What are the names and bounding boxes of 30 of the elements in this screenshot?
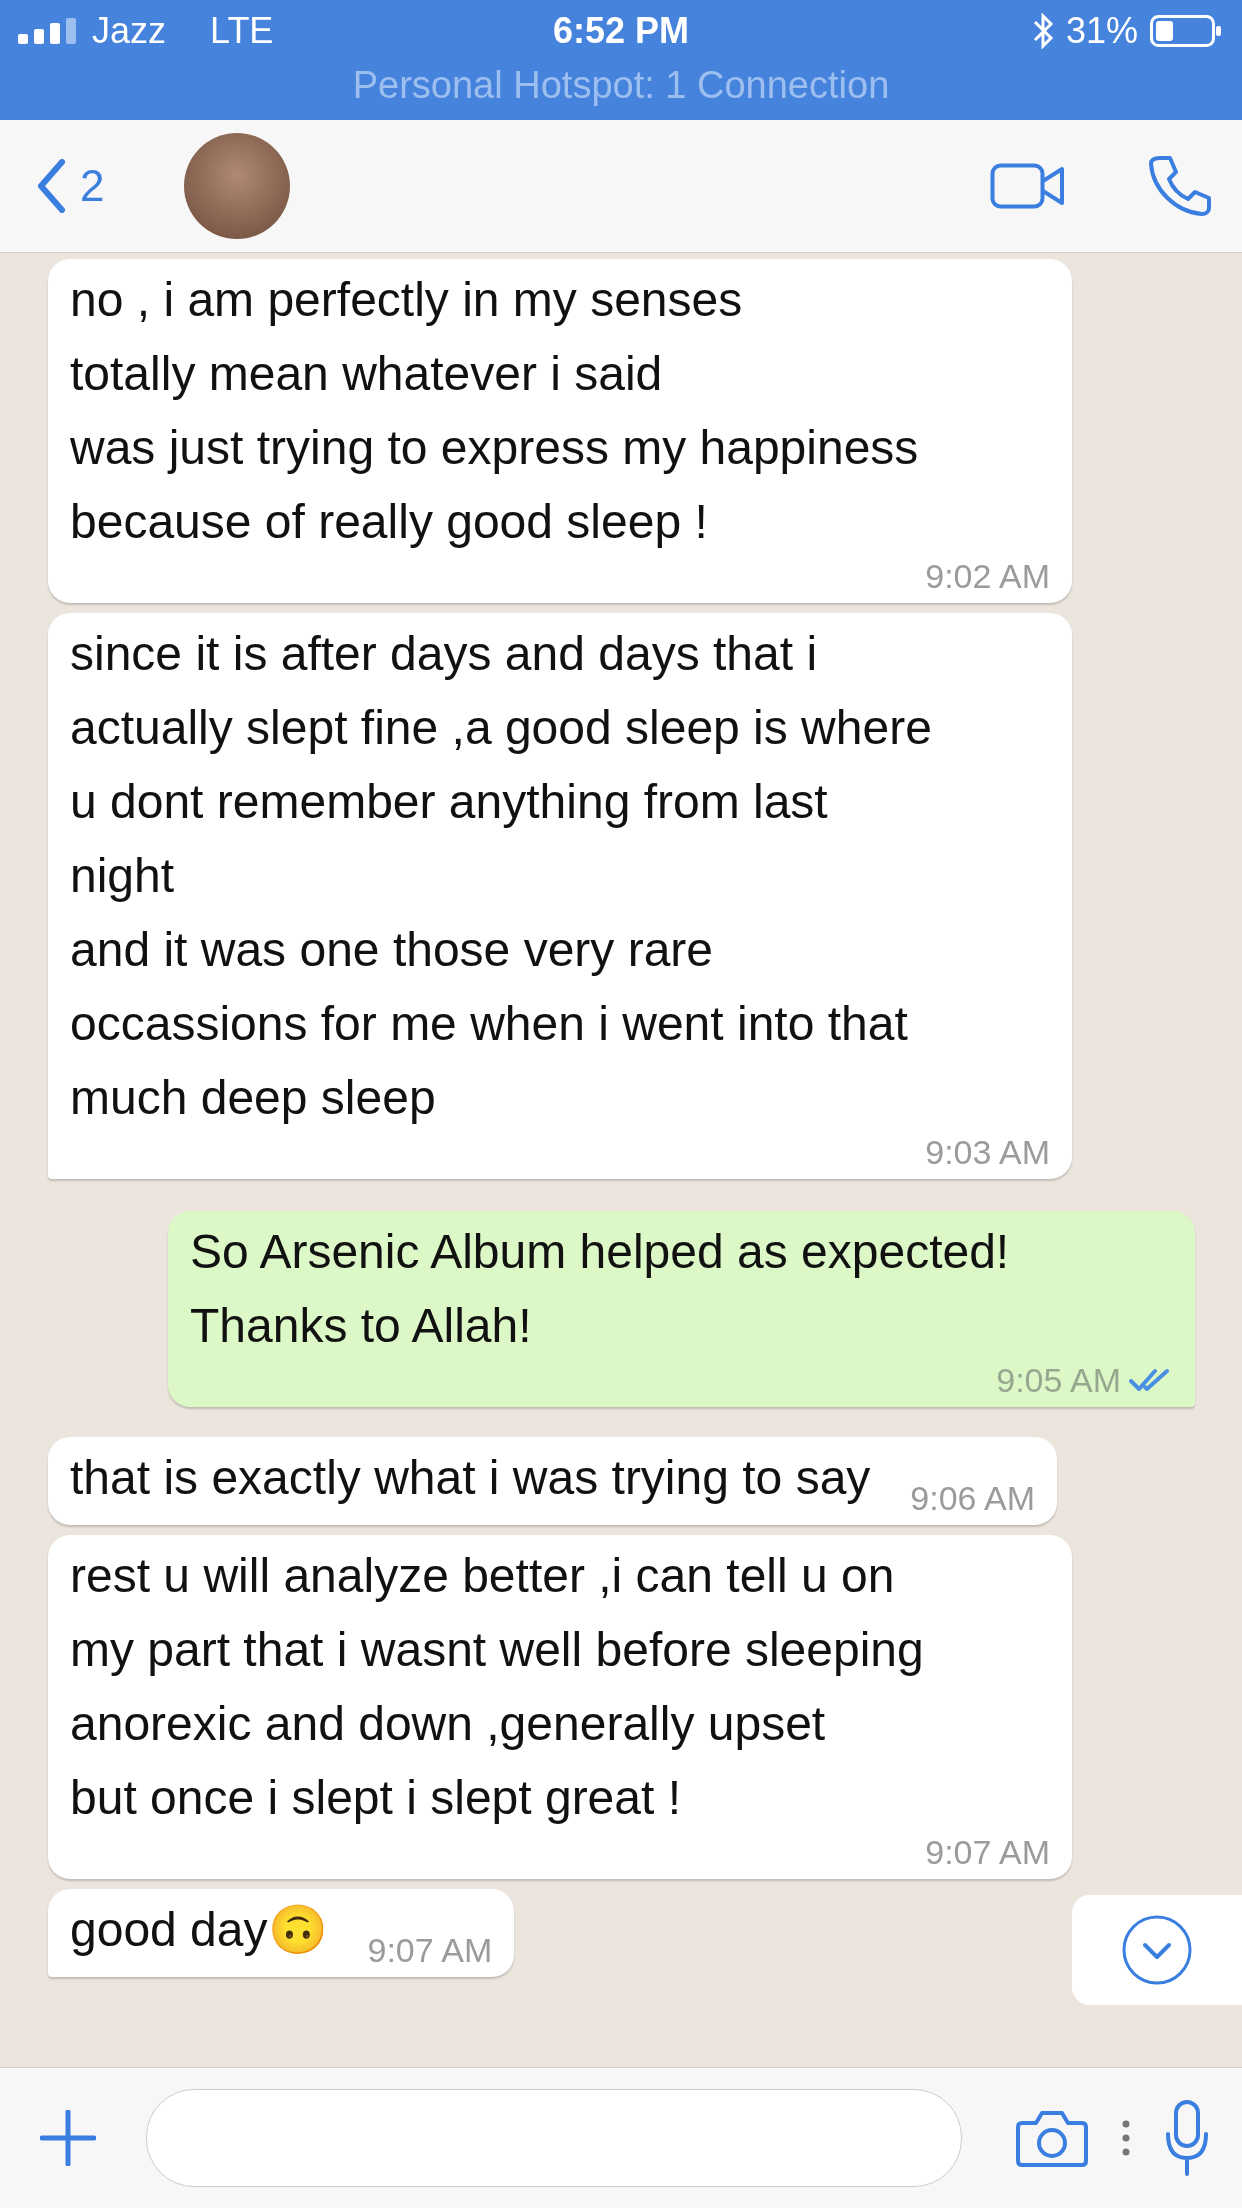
battery-percent: 31% (1065, 10, 1138, 52)
message-time: 9:05 AM (996, 1363, 1121, 1397)
message-text: rest u will analyze better ,i can tell u on my part that i wasnt well before sleeping anorexic and down ,generally upset but once i slept i slept great ! (70, 1548, 924, 1826)
network-type: LTE (210, 10, 274, 52)
message-time: 9:02 AM (925, 559, 1050, 593)
message-time: 9:03 AM (925, 1135, 1050, 1169)
clock: 6:52 PM (552, 10, 690, 52)
carrier-name: Jazz (92, 10, 167, 52)
camera-icon[interactable] (1016, 2109, 1088, 2167)
microphone-icon[interactable] (1164, 2100, 1210, 2176)
plus-icon[interactable] (40, 2110, 96, 2166)
scroll-down-button[interactable] (1072, 1895, 1242, 2005)
phone-icon[interactable] (1146, 155, 1212, 217)
chevron-down-circle-icon (1121, 1914, 1193, 1986)
message-text: So Arsenic Album helped as expected! Thanks to Allah! (190, 1224, 1010, 1354)
message-time: 9:06 AM (910, 1481, 1036, 1515)
message-text: that is exactly what i was trying to say (70, 1450, 871, 1506)
back-button[interactable]: 2 (36, 159, 105, 213)
message-text: good day🙃 (70, 1902, 328, 1958)
battery-icon (1150, 15, 1222, 47)
chevron-left-icon (36, 159, 66, 213)
message-time: 9:07 AM (925, 1835, 1050, 1869)
bluetooth-icon (1031, 13, 1054, 49)
unread-count: 2 (80, 161, 105, 211)
message-text: no , i am perfectly in my senses totally mean whatever i said was just trying to express my happiness because of really good sleep ! (70, 272, 919, 550)
video-camera-icon[interactable] (990, 163, 1066, 209)
hotspot-banner[interactable]: Personal Hotspot: 1 Connection (352, 64, 890, 107)
more-dots-icon[interactable] (1122, 2120, 1130, 2156)
message-time: 9:07 AM (367, 1933, 493, 1967)
message-text: since it is after days and days that i actually slept fine ,a good sleep is where u dont remember anything from last night and it was one those very rare occassions for me when i went into that much deep sleep (70, 626, 932, 1126)
